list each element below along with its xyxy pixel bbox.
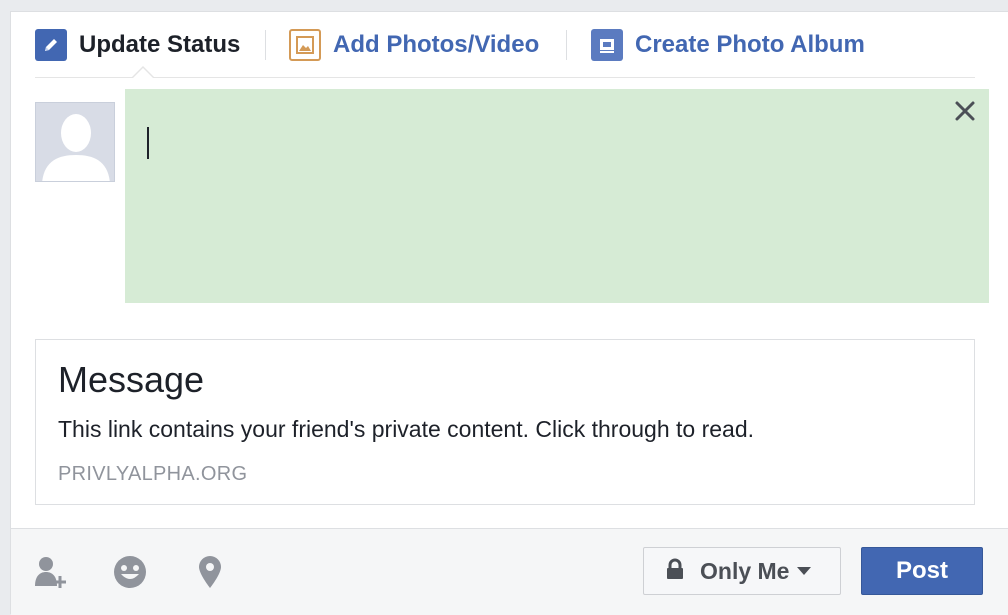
avatar — [35, 102, 115, 182]
chevron-down-icon — [797, 567, 812, 575]
post-button[interactable]: Post — [861, 547, 983, 595]
link-preview-title: Message — [58, 359, 205, 400]
lock-icon — [666, 558, 684, 585]
close-icon[interactable] — [951, 97, 979, 125]
tab-divider — [566, 30, 567, 60]
status-composer-card: Update Status Add Photos/Video Create Ph… — [10, 11, 1008, 615]
tab-label: Create Photo Album — [635, 31, 865, 58]
location-icon[interactable] — [191, 553, 229, 591]
emoji-icon[interactable] — [111, 553, 149, 591]
tab-create-photo-album[interactable]: Create Photo Album — [591, 28, 865, 62]
photo-icon — [289, 29, 321, 61]
text-cursor — [147, 127, 149, 159]
pencil-icon — [35, 29, 67, 61]
tab-add-photos-video[interactable]: Add Photos/Video — [289, 28, 539, 62]
tab-label: Update Status — [79, 31, 241, 58]
tab-update-status[interactable]: Update Status — [35, 28, 240, 62]
tab-divider — [265, 30, 266, 60]
tag-friends-icon[interactable] — [31, 553, 69, 591]
link-preview-domain: PRIVLYALPHA.ORG — [58, 463, 248, 485]
album-icon — [591, 29, 623, 61]
composer-footer: Only Me Post — [11, 528, 1008, 615]
active-tab-caret-fill — [132, 68, 154, 79]
status-input[interactable] — [125, 89, 989, 303]
privacy-selector[interactable]: Only Me — [643, 547, 841, 595]
privacy-label: Only Me — [700, 557, 790, 584]
tab-label: Add Photos/Video — [333, 31, 540, 58]
composer-tabs: Update Status Add Photos/Video Create Ph… — [35, 12, 975, 79]
link-preview-description: This link contains your friend's private… — [58, 416, 755, 442]
link-preview[interactable]: Message This link contains your friend's… — [35, 339, 975, 505]
